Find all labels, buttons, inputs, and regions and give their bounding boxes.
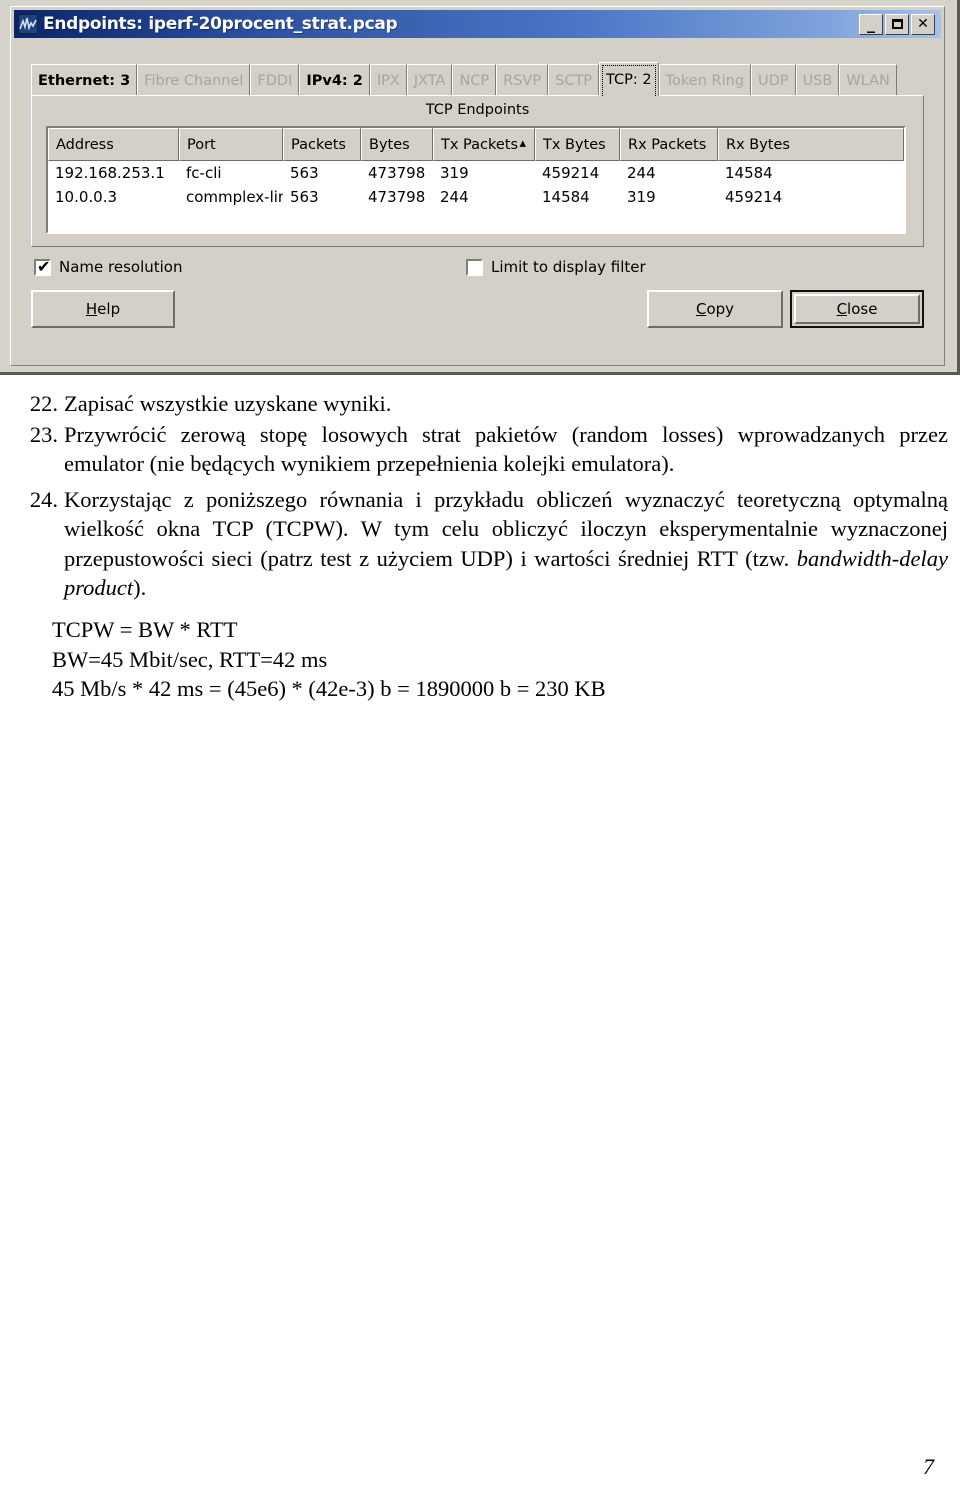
tab-fibre-channel[interactable]: Fibre Channel: [137, 64, 251, 96]
column-header-port[interactable]: Port: [179, 128, 283, 161]
name-resolution-checkbox[interactable]: ✔ Name resolution: [34, 258, 183, 276]
wireshark-icon: [18, 14, 38, 34]
copy-button-accel: C: [695, 300, 707, 318]
tab-focus-ring: [602, 65, 656, 96]
document-body: 22. Zapisać wszystkie uzyskane wyniki. 2…: [0, 375, 960, 1504]
column-header-tx-bytes[interactable]: Tx Bytes: [535, 128, 620, 161]
list-item-23-text: Przywrócić zerową stopę losowych strat p…: [64, 422, 948, 477]
formula-line-3: 45 Mb/s * 42 ms = (45e6) * (42e-3) b = 1…: [52, 676, 606, 702]
cell-tx-bytes: 459214: [542, 164, 600, 182]
cell-bytes: 473798: [368, 188, 426, 206]
column-header-packets[interactable]: Packets: [283, 128, 361, 161]
cell-tx-packets: 244: [440, 188, 469, 206]
column-header-rx-bytes[interactable]: Rx Bytes: [718, 128, 904, 161]
tab-ncp[interactable]: NCP: [452, 64, 497, 96]
cell-tx-packets: 319: [440, 164, 469, 182]
checkbox-box[interactable]: ✔: [34, 256, 51, 276]
endpoints-table[interactable]: Address Port Packets Bytes Tx Packets ▴ …: [46, 126, 906, 234]
cell-address: 192.168.253.1: [55, 164, 165, 182]
cell-rx-bytes: 14584: [725, 164, 773, 182]
limit-to-display-filter-label: Limit to display filter: [491, 258, 646, 276]
protocol-tab-strip[interactable]: Ethernet: 3 Fibre Channel FDDI IPv4: 2 I…: [31, 62, 924, 96]
dialog-client-area: Ethernet: 3 Fibre Channel FDDI IPv4: 2 I…: [14, 40, 941, 362]
cell-port: fc-cli: [186, 164, 222, 182]
check-icon: ✔: [37, 256, 51, 276]
list-item-22-text: Zapisać wszystkie uzyskane wyniki.: [64, 391, 392, 416]
column-header-tx-packets[interactable]: Tx Packets ▴: [433, 128, 535, 161]
cell-bytes: 473798: [368, 164, 426, 182]
cell-rx-packets: 319: [627, 188, 656, 206]
close-dialog-button[interactable]: Close: [790, 290, 924, 328]
list-item-22: 22. Zapisać wszystkie uzyskane wyniki.: [18, 389, 918, 418]
close-button-accel: C: [836, 300, 848, 318]
window-titlebar[interactable]: Endpoints: iperf-20procent_strat.pcap _ …: [14, 10, 941, 38]
sort-ascending-icon: ▴: [519, 136, 526, 151]
formula-line-1: TCPW = BW * RTT: [52, 617, 238, 642]
table-row[interactable]: 10.0.0.3 commplex-link 563 473798 244 14…: [48, 185, 904, 209]
tab-jxta[interactable]: JXTA: [406, 64, 453, 96]
list-item-24: 24. Korzystając z poniższego równania i p…: [18, 485, 948, 602]
tab-token-ring[interactable]: Token Ring: [658, 64, 752, 96]
table-header-row: Address Port Packets Bytes Tx Packets ▴ …: [48, 128, 904, 161]
maximize-icon: [886, 15, 908, 34]
help-button-label: elp: [97, 300, 121, 318]
close-button-inner: Close: [794, 294, 920, 324]
cell-rx-bytes: 459214: [725, 188, 783, 206]
close-button-label: lose: [847, 300, 878, 318]
copy-button[interactable]: Copy: [647, 290, 783, 328]
window-controls: _ ✕: [859, 13, 935, 35]
maximize-button[interactable]: [885, 13, 909, 35]
help-button[interactable]: Help: [31, 290, 175, 328]
tab-wlan[interactable]: WLAN: [839, 64, 897, 96]
list-item-23: 23. Przywrócić zerową stopę losowych str…: [18, 420, 948, 479]
limit-to-display-filter-checkbox[interactable]: Limit to display filter: [466, 258, 646, 276]
endpoints-dialog-window: Endpoints: iperf-20procent_strat.pcap _ …: [10, 6, 945, 366]
minimize-button[interactable]: _: [859, 13, 883, 35]
page-number: 7: [923, 1454, 934, 1479]
list-item-24-text-part2: ).: [133, 574, 147, 600]
cell-address: 10.0.0.3: [55, 188, 118, 206]
copy-button-label: opy: [706, 300, 735, 318]
table-body: 192.168.253.1 fc-cli 563 473798 319 4592…: [48, 161, 904, 209]
column-header-rx-packets[interactable]: Rx Packets: [620, 128, 718, 161]
dialog-button-row: Help Copy Close: [14, 290, 941, 340]
options-row: ✔ Name resolution Limit to display filte…: [34, 258, 914, 284]
formula-block: TCPW = BW * RTT BW=45 Mbit/sec, RTT=42 m…: [52, 615, 912, 704]
name-resolution-label: Name resolution: [59, 258, 183, 276]
list-item-22-number: 22.: [29, 391, 58, 416]
tcp-endpoints-panel: TCP Endpoints Address Port Packets Bytes…: [31, 95, 924, 247]
tab-ipx[interactable]: IPX: [369, 64, 407, 96]
cell-rx-packets: 244: [627, 164, 656, 182]
list-item-23-number: 23.: [29, 422, 58, 447]
tab-sctp[interactable]: SCTP: [548, 64, 600, 96]
list-item-24-number: 24.: [29, 487, 58, 512]
cell-tx-bytes: 14584: [542, 188, 590, 206]
panel-caption: TCP Endpoints: [425, 102, 530, 118]
tab-rsvp[interactable]: RSVP: [496, 64, 549, 96]
cell-packets: 563: [290, 164, 319, 182]
table-row[interactable]: 192.168.253.1 fc-cli 563 473798 319 4592…: [48, 161, 904, 185]
tab-ipv4[interactable]: IPv4: 2: [299, 64, 370, 96]
close-button[interactable]: ✕: [911, 13, 935, 35]
tab-tcp[interactable]: TCP: 2: [599, 62, 659, 96]
cell-packets: 563: [290, 188, 319, 206]
checkbox-box[interactable]: [466, 258, 483, 276]
column-header-bytes[interactable]: Bytes: [361, 128, 433, 161]
help-button-accel: H: [85, 300, 98, 318]
formula-line-2: BW=45 Mbit/sec, RTT=42 ms: [52, 646, 328, 672]
wireshark-endpoints-screenshot: Endpoints: iperf-20procent_strat.pcap _ …: [0, 0, 960, 375]
minimize-icon: _: [867, 13, 875, 33]
column-header-address[interactable]: Address: [48, 128, 179, 161]
tab-ethernet[interactable]: Ethernet: 3: [31, 64, 138, 96]
tab-usb[interactable]: USB: [795, 64, 840, 96]
tab-udp[interactable]: UDP: [751, 64, 796, 96]
close-icon: ✕: [917, 16, 929, 32]
cell-port: commplex-link: [186, 188, 283, 206]
window-title: Endpoints: iperf-20procent_strat.pcap: [43, 14, 398, 34]
tab-fddi[interactable]: FDDI: [250, 64, 300, 96]
